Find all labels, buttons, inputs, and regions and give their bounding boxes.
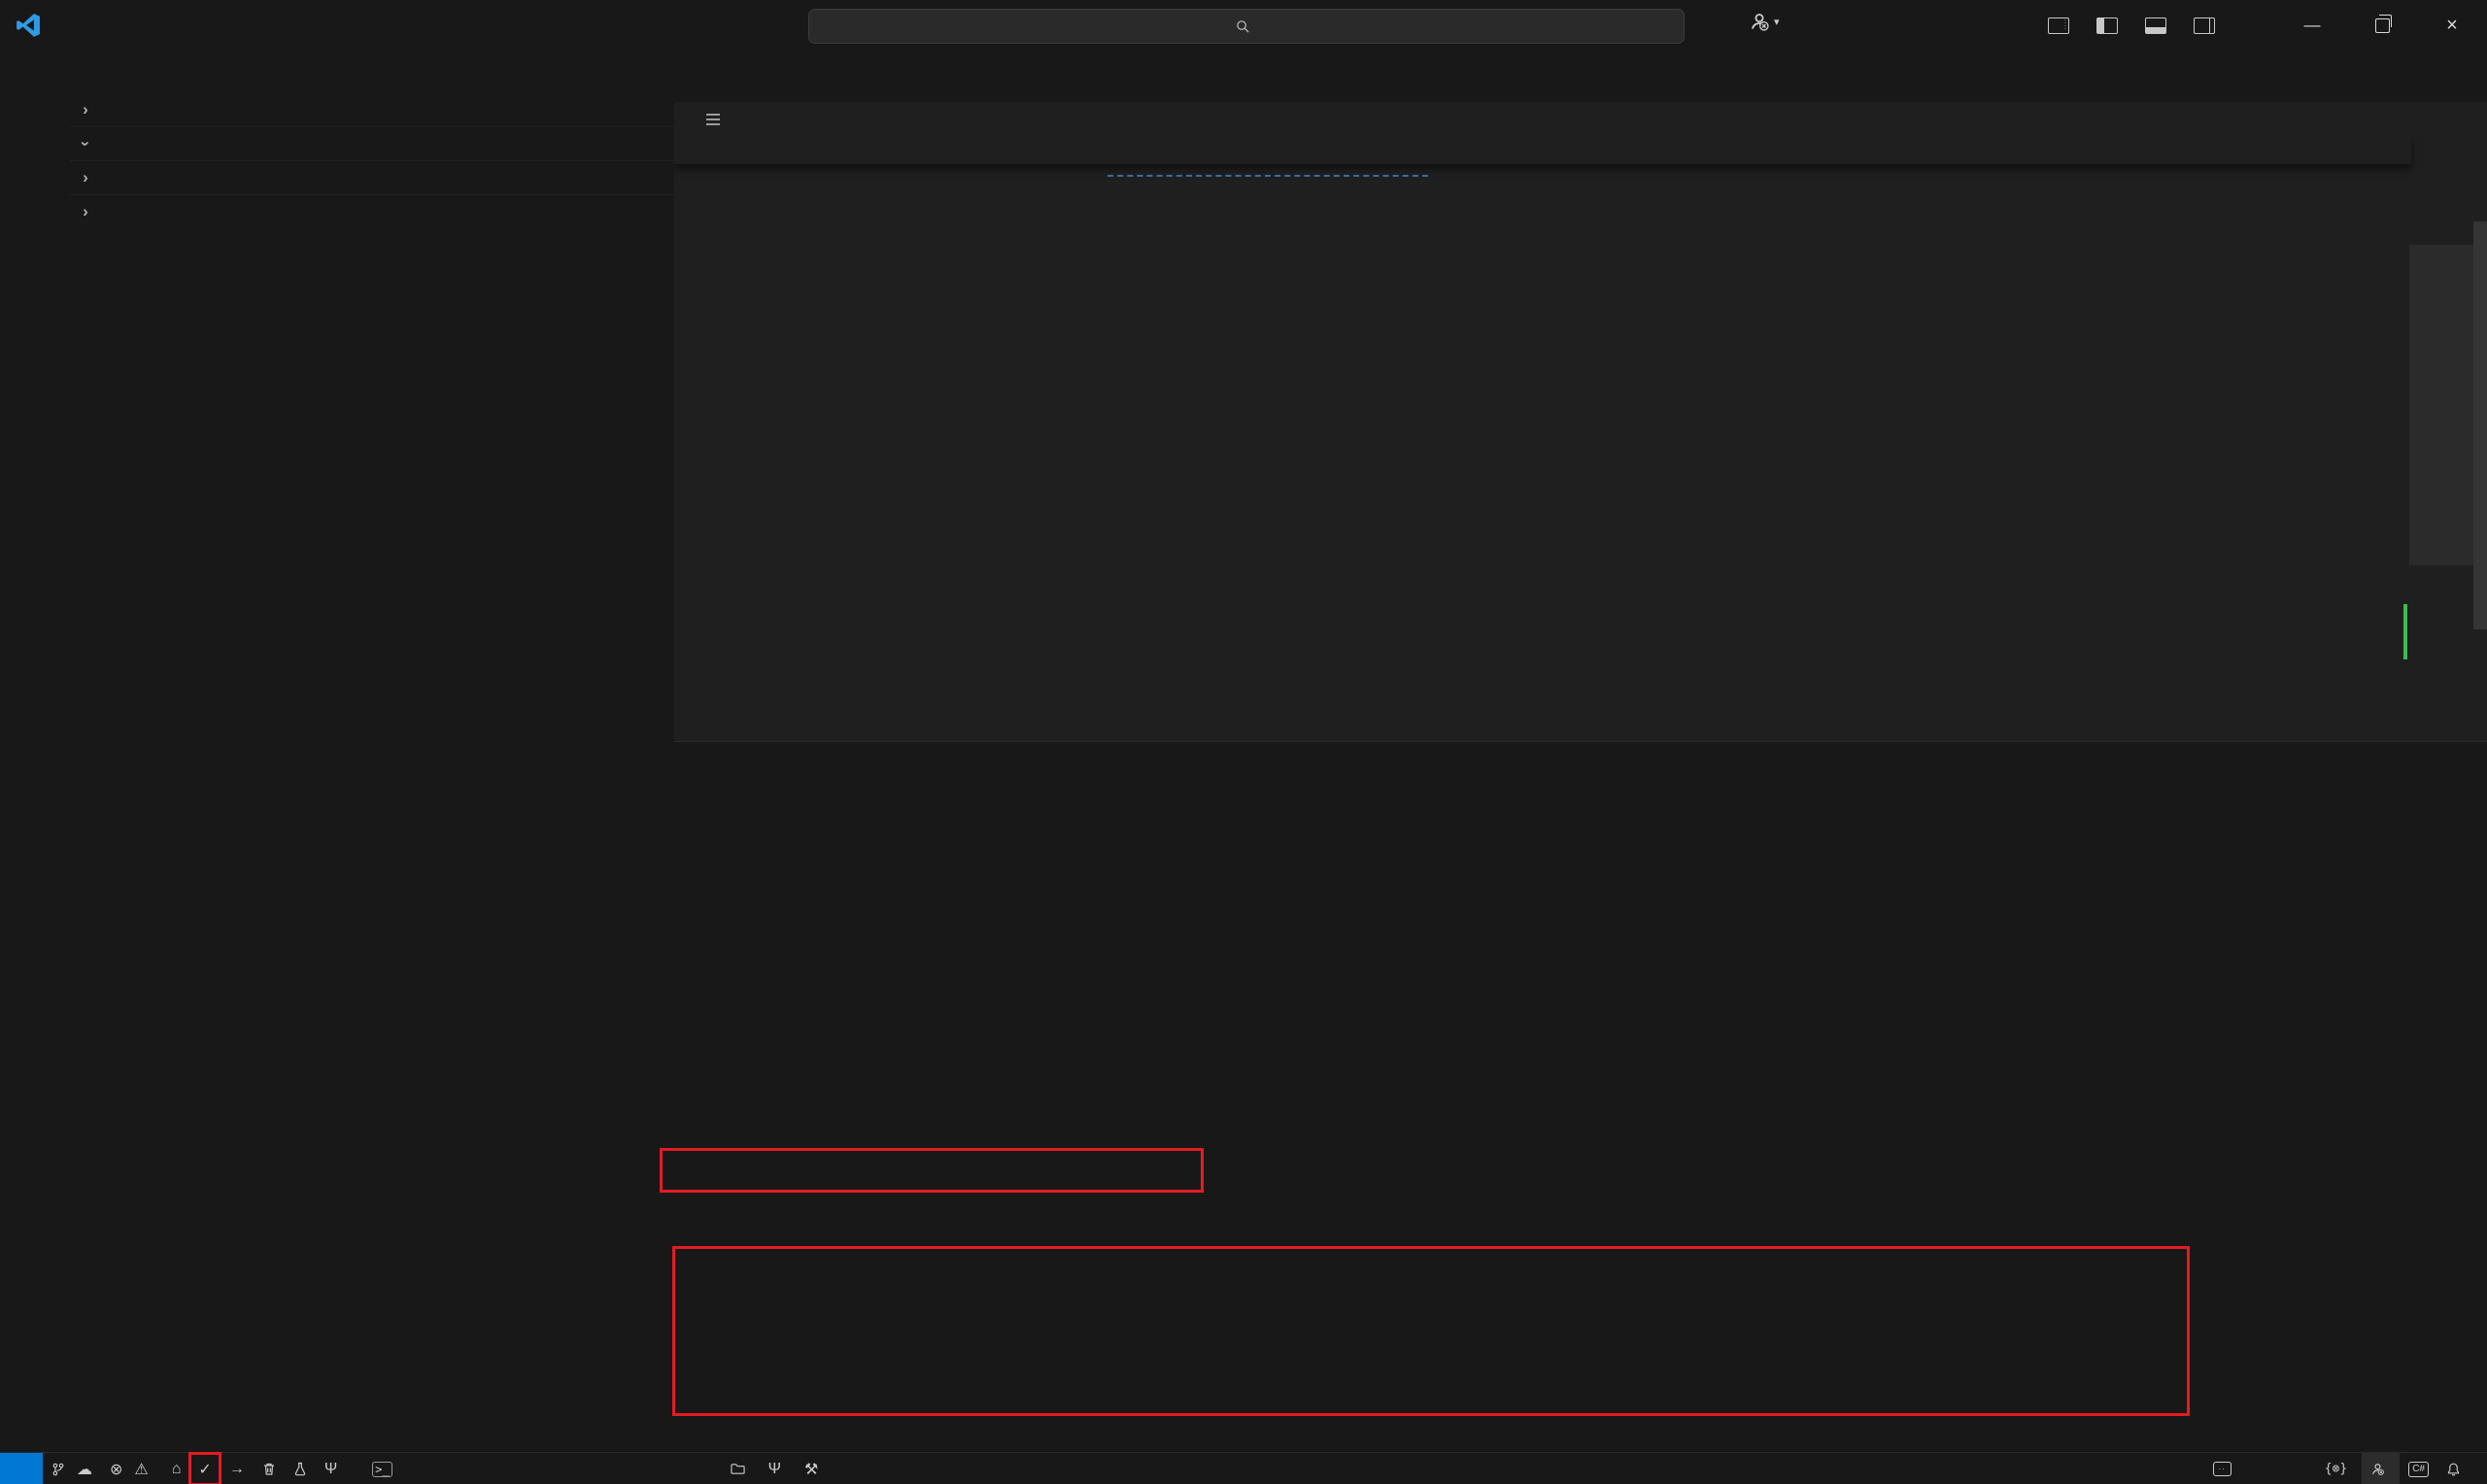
account-icon bbox=[2370, 1462, 2385, 1476]
explorer-sidebar: › › › › bbox=[70, 51, 674, 1452]
plug-icon: Ψ bbox=[324, 1461, 337, 1478]
csharp-icon: C# bbox=[2408, 1462, 2429, 1477]
terminal-status-button[interactable]: >_ bbox=[363, 1453, 400, 1484]
minimize-button[interactable]: — bbox=[2277, 0, 2347, 51]
error-icon: ⊗ bbox=[110, 1460, 122, 1479]
folder-icon bbox=[731, 1463, 745, 1475]
pio-port-auto[interactable]: Ψ bbox=[760, 1453, 796, 1484]
home-icon: ⌂ bbox=[172, 1461, 182, 1478]
check-icon: ✓ bbox=[198, 1460, 211, 1479]
editor-scrollbar[interactable] bbox=[2473, 221, 2487, 629]
remote-indicator[interactable] bbox=[0, 1453, 43, 1484]
minimap[interactable] bbox=[2409, 221, 2473, 668]
serial-monitor-button[interactable]: Ψ bbox=[316, 1453, 346, 1484]
terminal-icon: >_ bbox=[372, 1462, 392, 1477]
signout-item[interactable] bbox=[2362, 1453, 2400, 1484]
no-solution-item[interactable] bbox=[346, 1453, 363, 1484]
terminal-output[interactable] bbox=[680, 783, 2196, 1443]
trae-icon: ·· bbox=[2213, 1462, 2231, 1476]
sync-cloud-icon: ☁ bbox=[77, 1460, 92, 1479]
plug-icon: Ψ bbox=[768, 1461, 781, 1478]
pio-build-button[interactable]: ✓ bbox=[189, 1453, 220, 1484]
sticky-scroll-line bbox=[674, 136, 2411, 164]
trae-item[interactable]: ·· bbox=[2204, 1453, 2246, 1484]
bottom-panel bbox=[674, 741, 2487, 1453]
arm-tools-item[interactable]: ⚒ bbox=[796, 1453, 833, 1484]
status-bar: ☁ ⊗ ⚠ ⌂ ✓ → Ψ >_ Ψ ⚒ ·· {⊗} bbox=[0, 1452, 2487, 1484]
cursor-position-item[interactable] bbox=[2246, 1453, 2264, 1484]
vscode-logo-icon bbox=[16, 13, 41, 38]
pio-upload-button[interactable]: → bbox=[221, 1453, 254, 1484]
braces-icon: {⊗} bbox=[2325, 1462, 2347, 1476]
ini-file-icon bbox=[703, 114, 723, 125]
search-results-section[interactable]: › bbox=[70, 194, 674, 228]
pio-clean-button[interactable] bbox=[254, 1453, 285, 1484]
csharp-item[interactable]: C# bbox=[2400, 1453, 2437, 1484]
minimap-highlight bbox=[2403, 604, 2407, 659]
restore-button[interactable] bbox=[2347, 0, 2417, 51]
editor-group bbox=[674, 51, 2487, 741]
beaker-icon bbox=[293, 1462, 307, 1476]
toggle-secondary-sidebar-icon[interactable] bbox=[2194, 17, 2215, 34]
account-icon bbox=[1749, 11, 1770, 32]
search-icon bbox=[1236, 19, 1250, 34]
activity-bar bbox=[0, 51, 71, 1452]
project-root-section[interactable]: › bbox=[70, 126, 674, 160]
toggle-sidebar-icon[interactable] bbox=[2096, 17, 2118, 34]
pio-home-button[interactable]: ⌂ bbox=[163, 1453, 190, 1484]
trash-icon bbox=[262, 1462, 276, 1476]
warning-icon: ⚠ bbox=[134, 1460, 148, 1479]
close-button[interactable]: × bbox=[2417, 0, 2487, 51]
toggle-panel-icon[interactable] bbox=[2145, 17, 2166, 34]
eol-item[interactable] bbox=[2299, 1453, 2316, 1484]
indentation-item[interactable] bbox=[2264, 1453, 2281, 1484]
encoding-item[interactable] bbox=[2281, 1453, 2299, 1484]
title-bar: ▾ :: — × bbox=[0, 0, 2487, 51]
problems-item[interactable]: ⊗ ⚠ bbox=[101, 1453, 163, 1484]
arrow-right-icon: → bbox=[229, 1461, 245, 1478]
code-editor[interactable] bbox=[674, 136, 2487, 741]
pio-env-selector[interactable] bbox=[722, 1453, 760, 1484]
tools-icon: ⚒ bbox=[804, 1460, 818, 1479]
open-editors-section[interactable]: › bbox=[70, 93, 674, 126]
chevron-down-icon: ▾ bbox=[1774, 16, 1780, 28]
timeline-section[interactable]: › bbox=[70, 160, 674, 194]
vscode-window: ▾ :: — × › › › bbox=[0, 0, 2487, 1484]
git-branch-item[interactable]: ☁ bbox=[43, 1453, 101, 1484]
tab-strip bbox=[674, 51, 2487, 103]
breadcrumb[interactable] bbox=[674, 102, 2487, 136]
title-account-button[interactable]: ▾ bbox=[1749, 11, 1780, 32]
command-center-search[interactable] bbox=[808, 9, 1685, 44]
panel-tab-bar bbox=[674, 742, 2487, 783]
pio-test-button[interactable] bbox=[285, 1453, 316, 1484]
customize-layout-icon[interactable]: :: bbox=[2048, 17, 2069, 34]
notifications-item[interactable] bbox=[2437, 1453, 2470, 1484]
language-mode-item[interactable]: {⊗} bbox=[2316, 1453, 2362, 1484]
bell-icon bbox=[2446, 1462, 2461, 1477]
branch-icon bbox=[51, 1462, 65, 1477]
